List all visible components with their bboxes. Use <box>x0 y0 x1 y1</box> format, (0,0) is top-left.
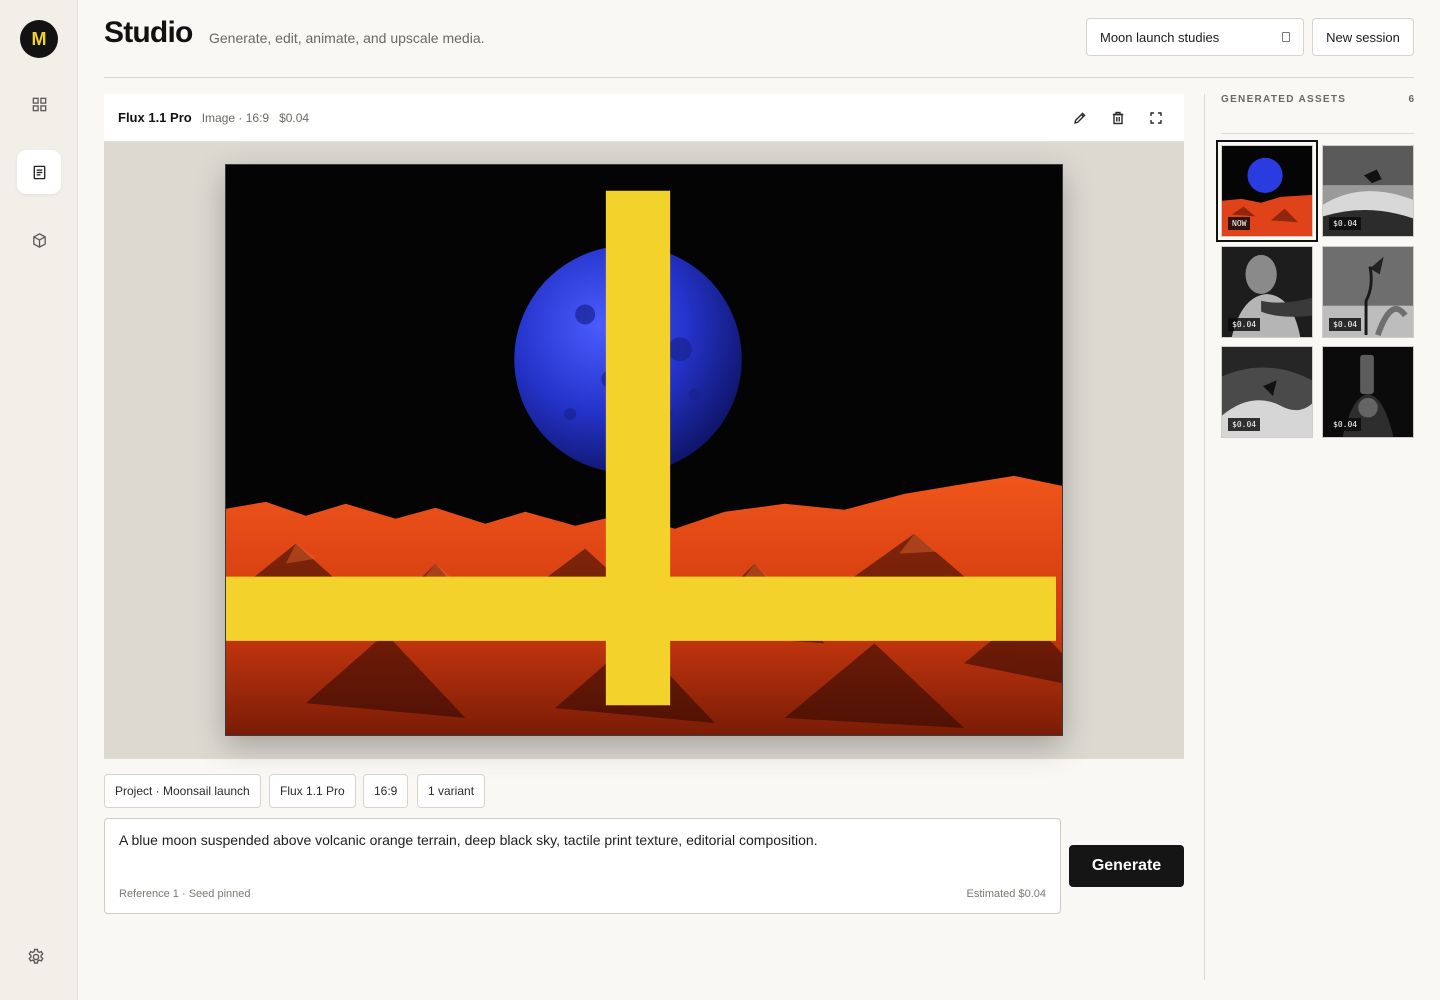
asset-badge: $0.04 <box>1329 217 1362 230</box>
sidebar-item-dashboard[interactable] <box>17 82 61 126</box>
generate-button[interactable]: Generate <box>1069 845 1184 887</box>
prompt-estimate: Estimated $0.04 <box>966 888 1047 900</box>
prompt-text: A blue moon suspended above volcanic ora… <box>119 832 818 848</box>
settings-button[interactable] <box>26 947 48 969</box>
page-title: Studio <box>104 16 193 49</box>
app-logo[interactable]: M <box>20 20 58 58</box>
fullscreen-icon <box>1150 112 1162 124</box>
canvas-model-price: $0.04 <box>279 110 310 125</box>
cube-icon <box>32 232 46 248</box>
document-icon <box>33 165 45 179</box>
sidebar: M <box>0 0 78 1000</box>
asset-thumbnail[interactable]: $0.04 <box>1322 346 1414 438</box>
canvas-model-meta: Image · 16:9 <box>201 110 270 125</box>
page-subtitle: Generate, edit, animate, and upscale med… <box>209 30 485 46</box>
asset-badge: $0.04 <box>1228 418 1261 431</box>
edit-icon <box>1074 112 1086 124</box>
asset-badge: $0.04 <box>1228 318 1261 331</box>
delete-button[interactable] <box>1106 106 1130 130</box>
asset-thumbnail[interactable]: $0.04 <box>1221 346 1313 438</box>
crosshair-icon <box>226 190 1056 706</box>
sidebar-item-models[interactable] <box>17 218 61 262</box>
canvas-area <box>104 142 1184 759</box>
project-chip[interactable]: Project · Moonsail launch <box>104 774 261 808</box>
header-divider <box>104 77 1414 78</box>
grid-icon <box>32 97 46 111</box>
model-chip[interactable]: Flux 1.1 Pro <box>269 774 356 808</box>
asset-thumbnail[interactable]: $0.04 <box>1322 145 1414 237</box>
aspect-ratio-chip[interactable]: 16:9 <box>363 774 409 808</box>
assets-count: 6 <box>1408 94 1414 105</box>
asset-badge: $0.04 <box>1329 318 1362 331</box>
session-select-value: Moon launch studies <box>1100 29 1220 45</box>
canvas-toolbar: Flux 1.1 Pro Image · 16:9 $0.04 <box>104 94 1184 142</box>
asset-thumbnail[interactable]: $0.04 <box>1322 246 1414 338</box>
asset-thumbnail[interactable]: NOW <box>1216 140 1318 242</box>
sidebar-item-studio[interactable] <box>17 150 61 194</box>
prompt-input[interactable]: A blue moon suspended above volcanic ora… <box>104 818 1061 914</box>
assets-title: GENERATED ASSETS <box>1221 94 1347 105</box>
logo-letter: M <box>31 28 47 49</box>
canvas-model-name: Flux 1.1 Pro <box>118 110 192 125</box>
select-indicator-icon <box>1282 32 1290 42</box>
fullscreen-button[interactable] <box>1144 106 1168 130</box>
session-select[interactable]: Moon launch studies <box>1086 18 1304 56</box>
generated-image-preview[interactable] <box>225 164 1063 736</box>
prompt-meta: Reference 1 · Seed pinned <box>119 888 251 900</box>
assets-divider <box>1221 133 1414 134</box>
asset-thumbnail[interactable]: $0.04 <box>1221 246 1313 338</box>
canvas-tools <box>1068 106 1168 130</box>
asset-badge: NOW <box>1228 217 1251 230</box>
edit-button[interactable] <box>1068 106 1092 130</box>
delete-icon <box>1112 111 1124 125</box>
asset-badge: $0.04 <box>1329 418 1362 431</box>
new-session-button[interactable]: New session <box>1312 18 1414 56</box>
variants-chip[interactable]: 1 variant <box>417 774 486 808</box>
gear-icon <box>28 948 44 964</box>
panel-divider <box>1204 94 1205 980</box>
